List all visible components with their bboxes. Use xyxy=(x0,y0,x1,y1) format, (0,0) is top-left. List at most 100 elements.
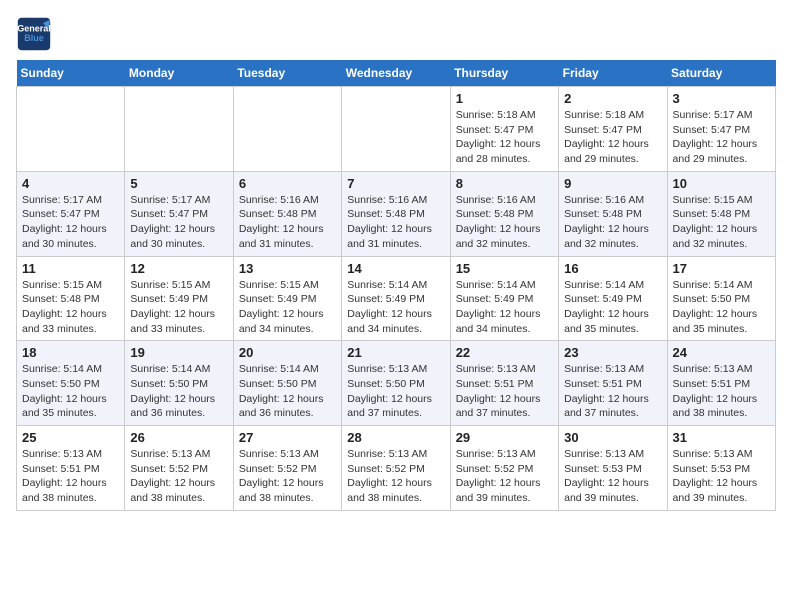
day-info: Sunrise: 5:16 AMSunset: 5:48 PMDaylight:… xyxy=(564,193,661,252)
day-number: 2 xyxy=(564,91,661,106)
day-info: Sunrise: 5:18 AMSunset: 5:47 PMDaylight:… xyxy=(456,108,553,167)
day-info: Sunrise: 5:13 AMSunset: 5:52 PMDaylight:… xyxy=(456,447,553,506)
day-number: 18 xyxy=(22,345,119,360)
day-number: 22 xyxy=(456,345,553,360)
calendar-cell: 11Sunrise: 5:15 AMSunset: 5:48 PMDayligh… xyxy=(17,256,125,341)
day-number: 14 xyxy=(347,261,444,276)
day-info: Sunrise: 5:17 AMSunset: 5:47 PMDaylight:… xyxy=(130,193,227,252)
day-number: 6 xyxy=(239,176,336,191)
week-row: 4 Sunrise: 5:17 AMSunset: 5:47 PMDaylight… xyxy=(17,171,776,256)
day-number: 27 xyxy=(239,430,336,445)
calendar-cell: 13 Sunrise: 5:15 AMSunset: 5:49 PMDayligh… xyxy=(233,256,341,341)
calendar-cell: 7 Sunrise: 5:16 AMSunset: 5:48 PMDaylight… xyxy=(342,171,450,256)
calendar-cell: 23 Sunrise: 5:13 AMSunset: 5:51 PMDayligh… xyxy=(559,341,667,426)
calendar-cell: 26 Sunrise: 5:13 AMSunset: 5:52 PMDayligh… xyxy=(125,426,233,511)
calendar-cell: 30 Sunrise: 5:13 AMSunset: 5:53 PMDayligh… xyxy=(559,426,667,511)
calendar-cell: 21Sunrise: 5:13 AMSunset: 5:50 PMDayligh… xyxy=(342,341,450,426)
calendar-cell xyxy=(342,87,450,172)
calendar-cell: 22 Sunrise: 5:13 AMSunset: 5:51 PMDayligh… xyxy=(450,341,558,426)
col-header-saturday: Saturday xyxy=(667,60,775,87)
logo-icon: General Blue xyxy=(16,16,52,52)
day-info: Sunrise: 5:14 AMSunset: 5:50 PMDaylight:… xyxy=(22,362,119,421)
day-info: Sunrise: 5:15 AMSunset: 5:48 PMDaylight:… xyxy=(22,278,119,337)
calendar-cell: 5Sunrise: 5:17 AMSunset: 5:47 PMDaylight… xyxy=(125,171,233,256)
col-header-thursday: Thursday xyxy=(450,60,558,87)
calendar-cell: 20 Sunrise: 5:14 AMSunset: 5:50 PMDayligh… xyxy=(233,341,341,426)
day-number: 24 xyxy=(673,345,770,360)
day-info: Sunrise: 5:16 AMSunset: 5:48 PMDaylight:… xyxy=(347,193,444,252)
calendar-cell: 6 Sunrise: 5:16 AMSunset: 5:48 PMDaylight… xyxy=(233,171,341,256)
day-info: Sunrise: 5:17 AMSunset: 5:47 PMDaylight:… xyxy=(22,193,119,252)
day-number: 9 xyxy=(564,176,661,191)
day-number: 15 xyxy=(456,261,553,276)
day-info: Sunrise: 5:16 AMSunset: 5:48 PMDaylight:… xyxy=(456,193,553,252)
day-number: 20 xyxy=(239,345,336,360)
calendar-cell: 17Sunrise: 5:14 AMSunset: 5:50 PMDayligh… xyxy=(667,256,775,341)
day-number: 29 xyxy=(456,430,553,445)
calendar-cell: 8 Sunrise: 5:16 AMSunset: 5:48 PMDaylight… xyxy=(450,171,558,256)
day-number: 16 xyxy=(564,261,661,276)
week-row: 25 Sunrise: 5:13 AMSunset: 5:51 PMDayligh… xyxy=(17,426,776,511)
day-info: Sunrise: 5:13 AMSunset: 5:52 PMDaylight:… xyxy=(239,447,336,506)
day-number: 7 xyxy=(347,176,444,191)
col-header-monday: Monday xyxy=(125,60,233,87)
svg-text:Blue: Blue xyxy=(24,33,44,43)
day-number: 31 xyxy=(673,430,770,445)
day-info: Sunrise: 5:13 AMSunset: 5:51 PMDaylight:… xyxy=(456,362,553,421)
calendar-cell: 10 Sunrise: 5:15 AMSunset: 5:48 PMDayligh… xyxy=(667,171,775,256)
day-info: Sunrise: 5:14 AMSunset: 5:50 PMDaylight:… xyxy=(673,278,770,337)
col-header-sunday: Sunday xyxy=(17,60,125,87)
day-number: 28 xyxy=(347,430,444,445)
calendar-cell: 1 Sunrise: 5:18 AMSunset: 5:47 PMDaylight… xyxy=(450,87,558,172)
day-info: Sunrise: 5:13 AMSunset: 5:52 PMDaylight:… xyxy=(130,447,227,506)
day-number: 8 xyxy=(456,176,553,191)
day-info: Sunrise: 5:17 AMSunset: 5:47 PMDaylight:… xyxy=(673,108,770,167)
calendar-cell: 18 Sunrise: 5:14 AMSunset: 5:50 PMDayligh… xyxy=(17,341,125,426)
calendar-cell: 9 Sunrise: 5:16 AMSunset: 5:48 PMDaylight… xyxy=(559,171,667,256)
day-info: Sunrise: 5:13 AMSunset: 5:53 PMDaylight:… xyxy=(673,447,770,506)
day-info: Sunrise: 5:14 AMSunset: 5:50 PMDaylight:… xyxy=(130,362,227,421)
day-number: 30 xyxy=(564,430,661,445)
calendar-cell: 25 Sunrise: 5:13 AMSunset: 5:51 PMDayligh… xyxy=(17,426,125,511)
day-number: 13 xyxy=(239,261,336,276)
day-info: Sunrise: 5:13 AMSunset: 5:51 PMDaylight:… xyxy=(22,447,119,506)
week-row: 18 Sunrise: 5:14 AMSunset: 5:50 PMDayligh… xyxy=(17,341,776,426)
calendar-cell: 28 Sunrise: 5:13 AMSunset: 5:52 PMDayligh… xyxy=(342,426,450,511)
day-number: 12 xyxy=(130,261,227,276)
day-info: Sunrise: 5:18 AMSunset: 5:47 PMDaylight:… xyxy=(564,108,661,167)
day-number: 23 xyxy=(564,345,661,360)
day-info: Sunrise: 5:15 AMSunset: 5:49 PMDaylight:… xyxy=(239,278,336,337)
calendar-cell: 12Sunrise: 5:15 AMSunset: 5:49 PMDayligh… xyxy=(125,256,233,341)
day-number: 10 xyxy=(673,176,770,191)
day-info: Sunrise: 5:13 AMSunset: 5:51 PMDaylight:… xyxy=(564,362,661,421)
calendar-cell: 29 Sunrise: 5:13 AMSunset: 5:52 PMDayligh… xyxy=(450,426,558,511)
calendar-cell: 27 Sunrise: 5:13 AMSunset: 5:52 PMDayligh… xyxy=(233,426,341,511)
day-number: 4 xyxy=(22,176,119,191)
day-info: Sunrise: 5:14 AMSunset: 5:49 PMDaylight:… xyxy=(456,278,553,337)
page-header: General Blue xyxy=(16,16,776,52)
calendar-cell: 19 Sunrise: 5:14 AMSunset: 5:50 PMDayligh… xyxy=(125,341,233,426)
day-number: 25 xyxy=(22,430,119,445)
col-header-tuesday: Tuesday xyxy=(233,60,341,87)
calendar-cell: 3 Sunrise: 5:17 AMSunset: 5:47 PMDaylight… xyxy=(667,87,775,172)
day-info: Sunrise: 5:16 AMSunset: 5:48 PMDaylight:… xyxy=(239,193,336,252)
calendar-cell: 2 Sunrise: 5:18 AMSunset: 5:47 PMDaylight… xyxy=(559,87,667,172)
day-number: 3 xyxy=(673,91,770,106)
day-info: Sunrise: 5:15 AMSunset: 5:48 PMDaylight:… xyxy=(673,193,770,252)
day-number: 1 xyxy=(456,91,553,106)
day-info: Sunrise: 5:13 AMSunset: 5:50 PMDaylight:… xyxy=(347,362,444,421)
week-row: 11Sunrise: 5:15 AMSunset: 5:48 PMDayligh… xyxy=(17,256,776,341)
day-info: Sunrise: 5:14 AMSunset: 5:49 PMDaylight:… xyxy=(564,278,661,337)
calendar-table: SundayMondayTuesdayWednesdayThursdayFrid… xyxy=(16,60,776,511)
day-info: Sunrise: 5:13 AMSunset: 5:53 PMDaylight:… xyxy=(564,447,661,506)
day-number: 26 xyxy=(130,430,227,445)
day-info: Sunrise: 5:14 AMSunset: 5:50 PMDaylight:… xyxy=(239,362,336,421)
logo: General Blue xyxy=(16,16,52,52)
day-number: 19 xyxy=(130,345,227,360)
calendar-cell xyxy=(233,87,341,172)
col-header-wednesday: Wednesday xyxy=(342,60,450,87)
day-info: Sunrise: 5:13 AMSunset: 5:51 PMDaylight:… xyxy=(673,362,770,421)
day-info: Sunrise: 5:13 AMSunset: 5:52 PMDaylight:… xyxy=(347,447,444,506)
day-info: Sunrise: 5:14 AMSunset: 5:49 PMDaylight:… xyxy=(347,278,444,337)
calendar-cell xyxy=(125,87,233,172)
